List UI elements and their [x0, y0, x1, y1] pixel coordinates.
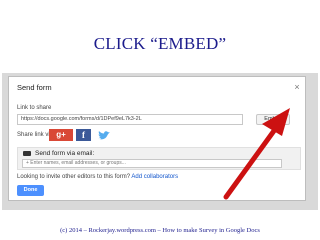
done-button[interactable]: Done: [17, 185, 44, 196]
share-label: Share link via: [17, 132, 54, 138]
invite-text: Looking to invite other editors to this …: [17, 174, 178, 180]
screenshot-frame: Send form × Link to share https://docs.g…: [2, 73, 318, 210]
slide-title: CLICK “EMBED”: [93, 34, 227, 53]
google-plus-icon[interactable]: g+: [49, 129, 73, 141]
email-section-label: Send form via email:: [35, 150, 95, 157]
email-recipients-input[interactable]: + Enter names, email addresses, or group…: [22, 159, 282, 168]
close-icon[interactable]: ×: [292, 82, 302, 92]
embed-button[interactable]: Embed: [256, 114, 290, 125]
dialog-title: Send form: [17, 83, 52, 92]
slide-footer: (c) 2014 – Rockerjay.wordpress.com – How…: [60, 227, 260, 234]
send-form-dialog: Send form × Link to share https://docs.g…: [8, 76, 306, 201]
invite-question: Looking to invite other editors to this …: [17, 174, 131, 180]
facebook-icon[interactable]: f: [76, 129, 91, 141]
link-label: Link to share: [17, 105, 52, 111]
link-input[interactable]: https://docs.google.com/forms/d/1DPef9eL…: [17, 114, 243, 125]
mail-icon: [23, 151, 31, 156]
email-section: Send form via email: + Enter names, emai…: [17, 147, 301, 170]
twitter-icon[interactable]: [96, 129, 112, 141]
add-collaborators-link[interactable]: Add collaborators: [131, 174, 178, 180]
